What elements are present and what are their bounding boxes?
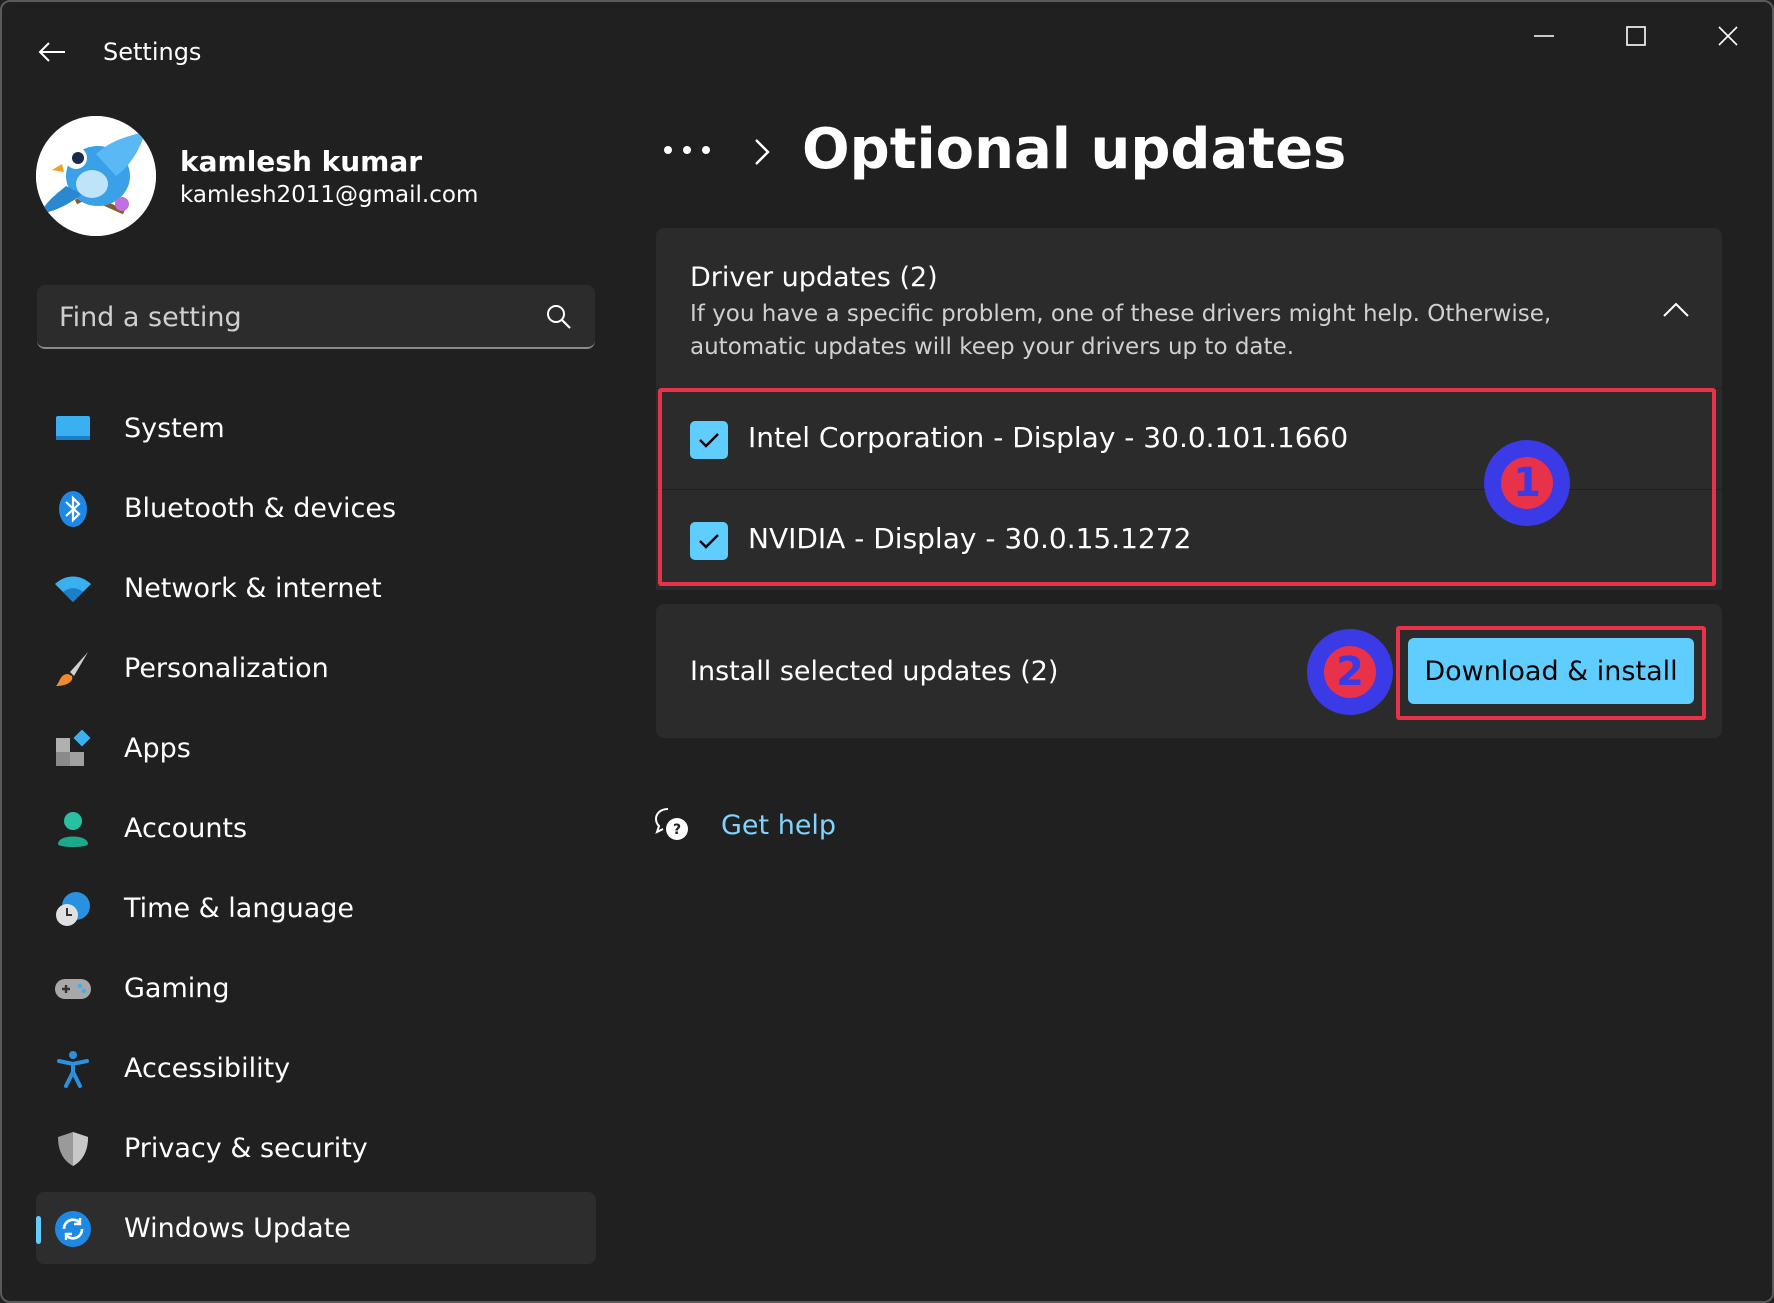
- download-install-button[interactable]: Download & install: [1408, 638, 1694, 704]
- driver-updates-panel: Driver updates (2) If you have a specifi…: [656, 228, 1722, 590]
- close-button[interactable]: [1698, 16, 1758, 56]
- driver-label: NVIDIA - Display - 30.0.15.1272: [748, 522, 1192, 555]
- gamepad-icon: [55, 979, 91, 999]
- sidebar-item-label: Personalization: [124, 652, 329, 684]
- person-icon: [58, 812, 88, 847]
- user-email: kamlesh2011@gmail.com: [180, 182, 479, 208]
- accessibility-icon: [57, 1051, 89, 1088]
- close-icon: [1718, 26, 1738, 46]
- chevron-right-icon: [755, 139, 770, 165]
- sidebar-item-label: Gaming: [124, 972, 230, 1004]
- checkmark-icon: [699, 433, 719, 448]
- bird-avatar-icon: [36, 116, 156, 236]
- back-button[interactable]: [34, 34, 70, 70]
- sidebar-item-apps[interactable]: Apps: [36, 712, 596, 784]
- driver-updates-description: If you have a specific problem, one of t…: [690, 301, 1552, 360]
- sidebar-item-label: Bluetooth & devices: [124, 492, 397, 524]
- driver-label: Intel Corporation - Display - 30.0.101.1…: [748, 421, 1349, 454]
- help-chat-icon: ?: [654, 808, 688, 840]
- driver-updates-title: Driver updates (2): [690, 262, 938, 293]
- paintbrush-icon: [56, 652, 88, 686]
- sidebar-item-time-language[interactable]: Time & language: [36, 872, 596, 944]
- page-title: Optional updates: [802, 117, 1347, 182]
- maximize-icon: [1626, 26, 1646, 46]
- globe-clock-icon: [56, 892, 90, 926]
- shield-icon: [58, 1132, 88, 1166]
- sidebar-item-gaming[interactable]: Gaming: [36, 952, 596, 1024]
- checkmark-icon: [699, 534, 719, 549]
- more-breadcrumb-icon[interactable]: [662, 130, 712, 170]
- sync-icon: [55, 1211, 91, 1247]
- active-indicator: [36, 1216, 41, 1244]
- search-icon[interactable]: [545, 303, 573, 331]
- wifi-icon: [55, 576, 91, 602]
- install-selected-label: Install selected updates (2): [690, 656, 1059, 687]
- app-title: Settings: [103, 38, 202, 66]
- annotation-badge-2: 2: [1307, 629, 1393, 715]
- sidebar-item-label: Network & internet: [124, 572, 382, 604]
- sidebar-item-personalization[interactable]: Personalization: [36, 632, 596, 704]
- sidebar-nav: System Bluetooth & devices Network & int…: [36, 392, 596, 1272]
- sidebar-item-network[interactable]: Network & internet: [36, 552, 596, 624]
- avatar[interactable]: [36, 116, 156, 236]
- sidebar-item-label: Time & language: [124, 892, 355, 924]
- sidebar-item-accessibility[interactable]: Accessibility: [36, 1032, 596, 1104]
- sidebar-item-label: Accounts: [124, 812, 248, 844]
- sidebar-item-label: Apps: [124, 732, 191, 764]
- svg-text:?: ?: [673, 822, 681, 838]
- sidebar-item-privacy-security[interactable]: Privacy & security: [36, 1112, 596, 1184]
- sidebar-item-windows-update[interactable]: Windows Update: [36, 1192, 596, 1264]
- intel-driver-checkbox[interactable]: [690, 421, 728, 459]
- search-box: [37, 285, 595, 349]
- sidebar-item-system[interactable]: System: [36, 392, 596, 464]
- maximize-button[interactable]: [1606, 16, 1666, 56]
- sidebar-item-accounts[interactable]: Accounts: [36, 792, 596, 864]
- sidebar-item-label: Accessibility: [124, 1052, 291, 1084]
- nvidia-driver-checkbox[interactable]: [690, 522, 728, 560]
- badge-number: 2: [1324, 646, 1376, 698]
- monitor-icon: [56, 416, 90, 440]
- install-panel: Install selected updates (2) Download & …: [656, 604, 1722, 738]
- sidebar-item-label: System: [124, 412, 225, 444]
- bluetooth-icon: [59, 491, 87, 527]
- back-arrow-icon: [38, 42, 65, 62]
- settings-window: Settings kamlesh kumar kamlesh2011@gmail…: [0, 0, 1774, 1303]
- user-name: kamlesh kumar: [180, 145, 423, 178]
- sidebar-item-label: Windows Update: [124, 1212, 351, 1244]
- sidebar-item-bluetooth[interactable]: Bluetooth & devices: [36, 472, 596, 544]
- search-input[interactable]: [57, 285, 541, 349]
- get-help-link[interactable]: Get help: [721, 810, 836, 841]
- minimize-button[interactable]: [1514, 16, 1574, 56]
- badge-number: 1: [1501, 457, 1553, 509]
- apps-icon: [56, 730, 91, 766]
- chevron-up-icon[interactable]: [1660, 294, 1692, 326]
- sidebar-item-label: Privacy & security: [124, 1132, 368, 1164]
- minimize-icon: [1534, 35, 1554, 37]
- annotation-badge-1: 1: [1484, 440, 1570, 526]
